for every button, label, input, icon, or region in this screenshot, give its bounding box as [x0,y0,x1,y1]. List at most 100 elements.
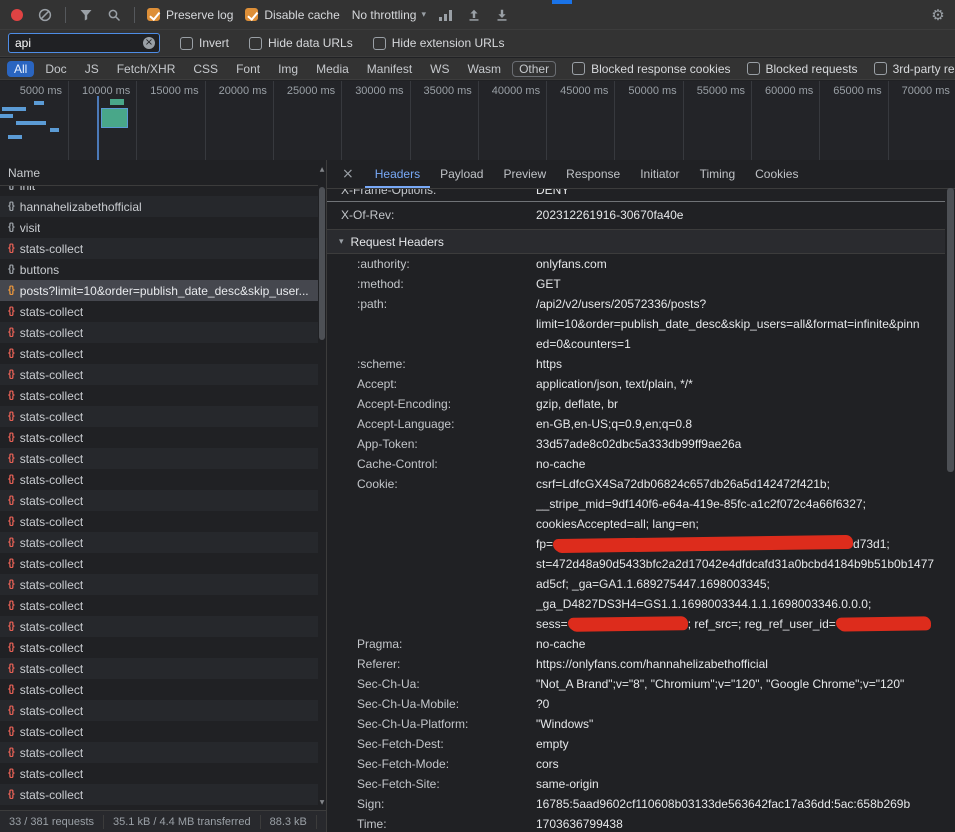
request-row[interactable]: {}stats-collect [0,490,318,511]
header-value-line: st=472d48a90d5433bfc2a2d17042e4dfdcafd31… [536,554,945,574]
timeline-tick-label: 15000 ms [133,85,199,97]
filter-funnel-icon[interactable] [78,7,94,23]
request-row[interactable]: {}stats-collect [0,406,318,427]
third-party-requests-checkbox[interactable]: 3rd-party requests [874,62,955,76]
request-row[interactable]: {}stats-collect [0,553,318,574]
timeline-tick-label: 40000 ms [474,85,540,97]
request-row[interactable]: {}stats-collect [0,763,318,784]
request-row[interactable]: {}stats-collect [0,784,318,805]
request-row[interactable]: {}stats-collect [0,574,318,595]
tab-headers[interactable]: Headers [365,160,430,188]
filter-chip-media[interactable]: Media [309,61,356,77]
request-row[interactable]: {}posts?limit=10&order=publish_date_desc… [0,280,318,301]
filter-chip-fetch-xhr[interactable]: Fetch/XHR [110,61,183,77]
devtools-network-toolbar: Preserve log Disable cache No throttling… [0,0,955,30]
record-dot [11,9,23,21]
scrollbar-thumb[interactable] [319,187,325,340]
request-row[interactable]: {}stats-collect [0,511,318,532]
network-conditions-icon[interactable] [438,7,454,23]
request-row[interactable]: {}stats-collect [0,658,318,679]
filter-chip-css[interactable]: CSS [186,61,225,77]
request-row[interactable]: {}stats-collect [0,238,318,259]
header-value: "Windows" [536,714,945,734]
request-row[interactable]: {}stats-collect [0,343,318,364]
tab-response[interactable]: Response [556,160,630,188]
header-row: Sec-Ch-Ua-Mobile:?0 [327,694,945,714]
tab-timing[interactable]: Timing [690,160,746,188]
header-row: App-Token:33d57ade8c02dbc5a333db99ff9ae2… [327,434,945,454]
request-row[interactable]: {}stats-collect [0,364,318,385]
request-row[interactable]: {}stats-collect [0,322,318,343]
request-row[interactable]: {}hannahelizabethofficial [0,196,318,217]
scroll-up-icon[interactable]: ▲ [318,166,326,173]
timeline-tick-label: 65000 ms [816,85,882,97]
blocked-requests-checkbox[interactable]: Blocked requests [747,62,858,76]
request-row[interactable]: {}stats-collect [0,301,318,322]
export-har-icon[interactable] [494,7,510,23]
request-row[interactable]: {}stats-collect [0,427,318,448]
import-har-icon[interactable] [466,7,482,23]
request-row[interactable]: {}init [0,186,318,196]
filter-chip-ws[interactable]: WS [423,61,456,77]
filter-chip-manifest[interactable]: Manifest [360,61,419,77]
clear-network-log-icon[interactable] [37,7,53,23]
tab-initiator[interactable]: Initiator [630,160,689,188]
header-value-line: same-origin [536,774,945,794]
filter-chip-img[interactable]: Img [271,61,305,77]
request-row[interactable]: {}buttons [0,259,318,280]
header-row: Accept-Language:en-GB,en-US;q=0.9,en;q=0… [327,414,945,434]
header-row: Sec-Ch-Ua:"Not_A Brand";v="8", "Chromium… [327,674,945,694]
request-row[interactable]: {}stats-collect [0,742,318,763]
request-details-panel: × HeadersPayloadPreviewResponseInitiator… [327,160,955,832]
clear-filter-icon[interactable]: × [143,37,155,49]
value-text: ad5cf; _ga=GA1.1.689275447.1698003345; [536,577,770,591]
header-value-line: 33d57ade8c02dbc5a333db99ff9ae26a [536,434,945,454]
hide-extension-urls-checkbox[interactable]: Hide extension URLs [373,36,505,50]
network-filter-input[interactable] [8,33,160,53]
tab-preview[interactable]: Preview [493,160,556,188]
json-file-icon: {} [8,516,14,527]
request-row[interactable]: {}stats-collect [0,616,318,637]
tab-cookies[interactable]: Cookies [745,160,808,188]
request-row[interactable]: {}stats-collect [0,700,318,721]
filter-chip-js[interactable]: JS [78,61,106,77]
close-details-icon[interactable]: × [339,166,357,182]
checkbox-icon [747,62,760,75]
header-value: ?0 [536,694,945,714]
settings-gear-icon[interactable]: ⚙ [930,7,946,23]
filter-chip-doc[interactable]: Doc [38,61,73,77]
request-row[interactable]: {}stats-collect [0,637,318,658]
column-header-name[interactable]: Name [0,160,318,186]
request-row[interactable]: {}visit [0,217,318,238]
header-value: empty [536,734,945,754]
header-value: application/json, text/plain, */* [536,374,945,394]
scroll-down-icon[interactable]: ▼ [318,799,326,806]
request-row[interactable]: {}stats-collect [0,721,318,742]
search-icon[interactable] [106,7,122,23]
details-scrollbar[interactable] [945,188,955,832]
filter-chip-all[interactable]: All [7,61,34,77]
request-list-scrollbar[interactable]: ▲ ▼ [318,160,326,810]
header-value-line: "Windows" [536,714,945,734]
request-row[interactable]: {}stats-collect [0,532,318,553]
request-row[interactable]: {}stats-collect [0,448,318,469]
invert-checkbox[interactable]: Invert [180,36,229,50]
filter-chip-font[interactable]: Font [229,61,267,77]
request-row[interactable]: {}stats-collect [0,679,318,700]
network-overview-timeline[interactable]: 5000 ms10000 ms15000 ms20000 ms25000 ms3… [0,81,955,161]
request-row[interactable]: {}stats-collect [0,469,318,490]
throttling-select[interactable]: No throttling ▾ [352,8,426,22]
scrollbar-thumb[interactable] [947,188,954,472]
request-row[interactable]: {}stats-collect [0,595,318,616]
blocked-response-cookies-checkbox[interactable]: Blocked response cookies [572,62,730,76]
hide-data-urls-checkbox[interactable]: Hide data URLs [249,36,353,50]
preserve-log-checkbox[interactable]: Preserve log [147,8,233,22]
request-row[interactable]: {}stats-collect [0,385,318,406]
request-headers-section-header[interactable]: ▾ Request Headers [327,230,945,254]
disable-cache-checkbox[interactable]: Disable cache [245,8,339,22]
tab-payload[interactable]: Payload [430,160,493,188]
filter-chip-wasm[interactable]: Wasm [461,61,509,77]
filter-chip-other[interactable]: Other [512,61,556,77]
record-icon[interactable] [9,7,25,23]
header-value-line: no-cache [536,454,945,474]
